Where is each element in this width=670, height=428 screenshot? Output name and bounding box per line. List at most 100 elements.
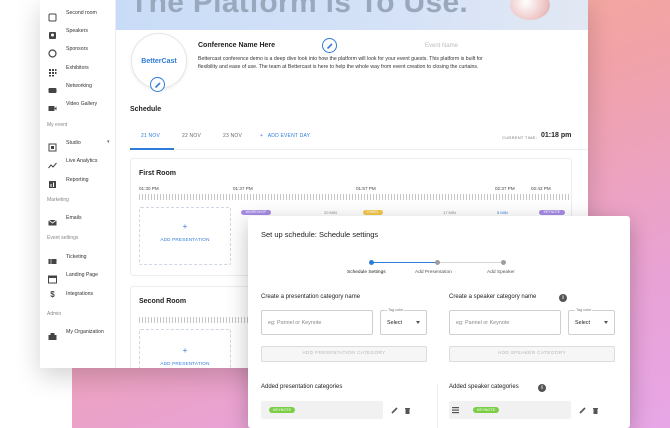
event-description: Bettercast conference demo is a deep div… — [198, 56, 483, 71]
sidebar-item-emails[interactable]: Emails — [48, 212, 82, 225]
timeline-label: 02:42 PM — [531, 186, 551, 191]
session-chip[interactable]: PANEL — [363, 210, 383, 215]
sidebar-item-speakers[interactable]: Speakers — [48, 25, 88, 39]
tab-22-nov[interactable]: 22 NOV — [182, 133, 201, 139]
section-my-event: My event — [47, 122, 68, 128]
add-speaker-category-button[interactable]: ADD SPEAKER CATEGORY — [449, 346, 615, 362]
day-tabs: 21 NOV 22 NOV 23 NOV + ADD EVENT DAY CUR… — [130, 126, 588, 150]
sidebar-item-landing-page[interactable]: Landing Page — [48, 269, 99, 283]
added-speaker-title: Added speaker categories — [449, 384, 519, 390]
plus-icon: + — [182, 222, 188, 231]
speaker-tag-color-select[interactable]: Tag color Select — [568, 308, 615, 335]
sidebar-item-reporting[interactable]: Reporting — [48, 174, 89, 188]
input-placeholder: eg: Pannel or Keynote — [456, 320, 510, 326]
tab-21-nov[interactable]: 21 NOV — [141, 133, 160, 139]
select-value: Select — [575, 320, 590, 326]
speaker-category-input[interactable]: eg: Pannel or Keynote — [449, 310, 561, 335]
studio-icon — [48, 139, 57, 151]
event-name: Conference Name Here — [198, 42, 276, 49]
add-presentation-button[interactable]: + ADD PRESENTATION — [139, 329, 231, 368]
select-label: Tag color — [387, 308, 405, 312]
add-presentation-label: ADD PRESENTATION — [160, 361, 210, 366]
session-duration: 17 MIN — [443, 210, 456, 215]
presentation-tag-color-select[interactable]: Tag color Select — [380, 308, 427, 335]
sidebar-item-label: Studio — [66, 140, 81, 146]
event-name-placeholder: Event Name — [425, 43, 459, 49]
timeline-label: 01:37 PM — [233, 186, 253, 191]
step-dot-active[interactable] — [369, 260, 374, 265]
tab-23-nov[interactable]: 23 NOV — [223, 133, 242, 139]
edit-logo-button[interactable] — [150, 77, 165, 92]
hero-banner: The Platform is To Use. — [116, 0, 588, 30]
step-dot[interactable] — [501, 260, 506, 265]
sidebar-item-sponsors[interactable]: Sponsors — [48, 43, 88, 58]
sidebar: Second room Speakers Sponsors Exhibitors… — [40, 0, 116, 368]
people-icon — [48, 82, 57, 93]
category-chip: KEYNOTE — [473, 407, 500, 413]
presentation-category-input[interactable]: eg: Pannel or Keynote — [261, 310, 373, 335]
sidebar-item-label: Networking — [66, 83, 92, 89]
sidebar-item-label: Integrations — [66, 291, 94, 297]
category-chip: KEYNOTE — [269, 407, 296, 413]
step-label-schedule-settings[interactable]: Schedule Settings — [347, 270, 386, 275]
added-presentation-title: Added presentation categories — [261, 384, 343, 390]
chevron-down-icon — [416, 321, 420, 324]
timeline-label: 01:57 PM — [356, 186, 376, 191]
sidebar-item-video-gallery[interactable]: Video Gallery — [48, 98, 97, 111]
mail-icon — [48, 214, 57, 225]
sidebar-item-label: Sponsors — [66, 46, 88, 52]
trash-icon[interactable] — [592, 407, 599, 414]
info-icon[interactable]: i — [559, 294, 567, 302]
speaker-category-row: KEYNOTE — [449, 401, 571, 419]
speaker-category-title: Create a speaker category name — [449, 294, 537, 300]
sidebar-item-label: My Organization — [66, 329, 104, 335]
hero-title: The Platform is To Use. — [130, 0, 469, 19]
pencil-icon[interactable] — [391, 407, 398, 414]
person-icon — [48, 27, 57, 39]
sidebar-item-studio[interactable]: Studio — [48, 137, 81, 151]
building-icon — [48, 328, 57, 340]
sidebar-item-label: Live Analytics — [66, 158, 98, 164]
step-dot[interactable] — [435, 260, 440, 265]
info-icon[interactable]: i — [538, 384, 546, 392]
current-time-label: CURRENT TIME: — [502, 135, 538, 140]
add-presentation-category-button[interactable]: ADD PRESENTATION CATEGORY — [261, 346, 427, 362]
session-chip[interactable]: KEYNOTE — [539, 210, 565, 215]
chart-icon — [48, 157, 57, 168]
drag-handle-icon[interactable] — [452, 406, 460, 414]
sidebar-item-exhibitors[interactable]: Exhibitors — [48, 62, 89, 76]
sidebar-item-integrations[interactable]: $ Integrations — [48, 288, 93, 300]
trash-icon[interactable] — [404, 407, 411, 414]
hero-illustration — [510, 0, 550, 20]
add-event-day-label: ADD EVENT DAY — [267, 133, 311, 139]
sidebar-item-live-analytics[interactable]: Live Analytics — [48, 155, 98, 168]
current-time: 01:18 pm — [541, 132, 572, 139]
add-presentation-button[interactable]: + ADD PRESENTATION — [139, 207, 231, 265]
step-label-add-speaker[interactable]: Add Speaker — [487, 270, 515, 275]
sidebar-item-label: Exhibitors — [66, 65, 89, 71]
session-duration: 20 MIN — [324, 210, 337, 215]
room-title: Second Room — [139, 298, 187, 305]
add-event-day-button[interactable]: + ADD EVENT DAY — [260, 133, 310, 139]
session-chip[interactable]: WORKSHOP — [241, 210, 271, 215]
sidebar-item-ticketing[interactable]: Ticketing — [48, 251, 87, 264]
pencil-icon — [154, 81, 161, 88]
sidebar-item-my-organization[interactable]: My Organization — [48, 326, 104, 340]
sidebar-item-label: Landing Page — [66, 272, 99, 278]
column-divider — [437, 384, 438, 428]
pencil-icon[interactable] — [579, 407, 586, 414]
session-duration: 5 MIN — [497, 210, 508, 215]
sidebar-item-second-room[interactable]: Second room — [48, 7, 97, 21]
step-label-add-presentation[interactable]: Add Presentation — [415, 270, 452, 275]
section-admin: Admin — [47, 311, 62, 317]
sidebar-item-networking[interactable]: Networking — [48, 80, 92, 93]
chevron-down-icon[interactable]: ▾ — [107, 139, 110, 145]
dollar-icon: $ — [50, 289, 55, 299]
room-title: First Room — [139, 170, 176, 177]
edit-name-button[interactable] — [322, 38, 337, 53]
room-icon — [48, 9, 57, 21]
logo-text: BetterCast — [141, 57, 177, 65]
stepper-line — [372, 262, 438, 263]
plus-icon: + — [260, 133, 265, 139]
ticket-icon — [48, 253, 57, 264]
